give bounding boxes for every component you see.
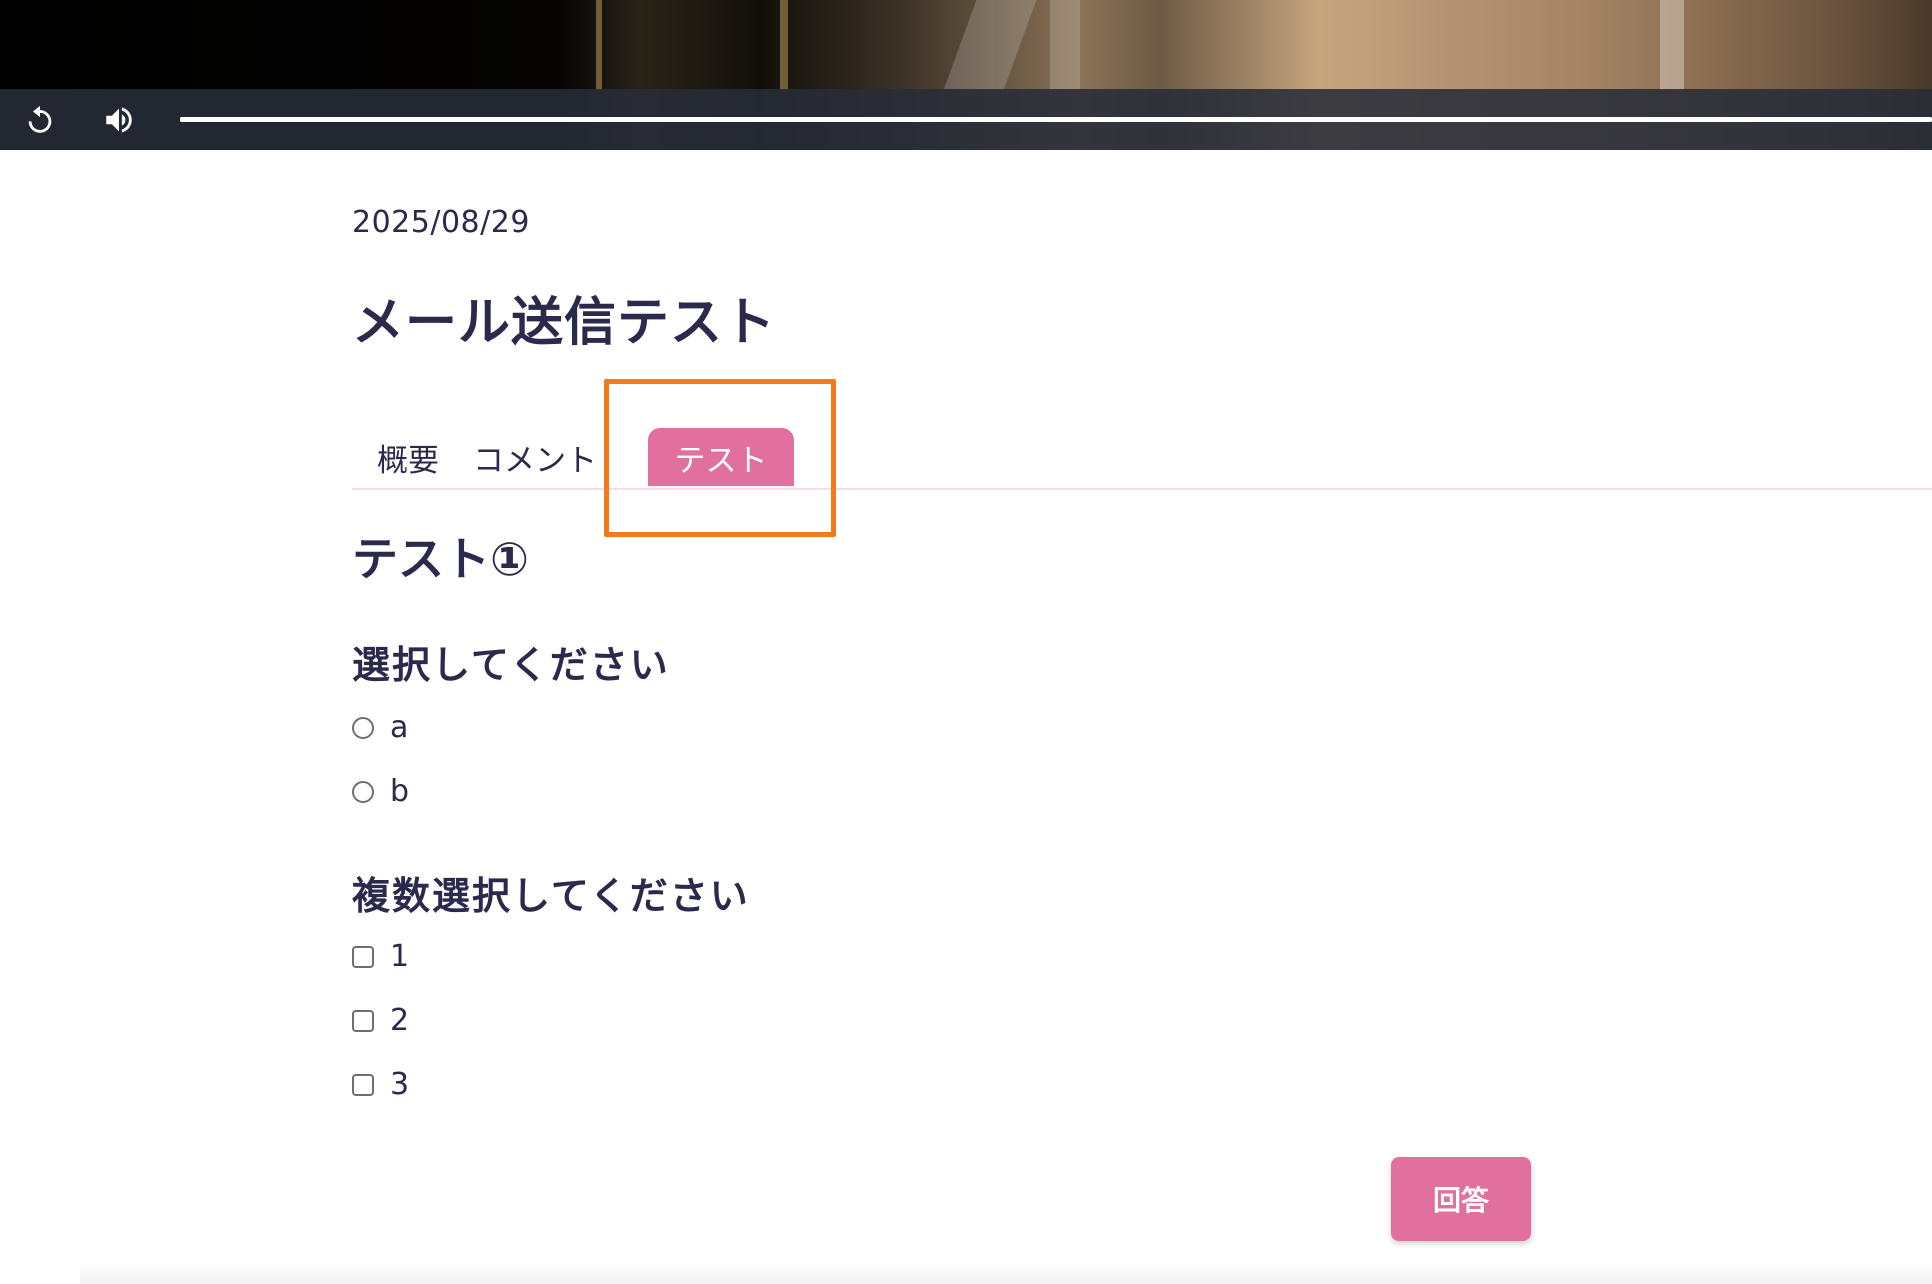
volume-button[interactable] bbox=[89, 89, 149, 150]
radio-option-a[interactable]: a bbox=[352, 710, 408, 745]
lesson-tabs: 概要 コメント テスト bbox=[352, 418, 1932, 490]
tab-overview[interactable]: 概要 bbox=[352, 428, 464, 486]
video-progress-fill bbox=[180, 117, 1932, 122]
option-label: 1 bbox=[390, 939, 410, 974]
checkbox[interactable] bbox=[352, 1009, 374, 1032]
lesson-title: メール送信テスト bbox=[352, 293, 777, 353]
question-2-prompt: 複数選択してください bbox=[352, 874, 750, 918]
radio-button[interactable] bbox=[352, 716, 374, 739]
tab-comments[interactable]: コメント bbox=[473, 428, 597, 486]
test-title: テスト① bbox=[352, 532, 529, 586]
option-label: 3 bbox=[390, 1067, 410, 1102]
tab-test[interactable]: テスト bbox=[648, 428, 794, 486]
volume-icon bbox=[106, 107, 132, 132]
radio-option-b[interactable]: b bbox=[352, 774, 409, 809]
video-player[interactable] bbox=[0, 0, 1932, 150]
option-label: a bbox=[390, 710, 409, 745]
checkbox-option-2[interactable]: 2 bbox=[352, 1003, 409, 1038]
radio-button[interactable] bbox=[352, 780, 374, 803]
video-controls bbox=[0, 89, 1932, 150]
replay-icon bbox=[28, 105, 52, 133]
checkbox[interactable] bbox=[352, 1073, 374, 1096]
submit-answer-button[interactable]: 回答 bbox=[1391, 1157, 1531, 1241]
checkbox[interactable] bbox=[352, 945, 374, 968]
lesson-date: 2025/08/29 bbox=[352, 205, 530, 240]
question-1-prompt: 選択してください bbox=[352, 643, 670, 687]
option-label: 2 bbox=[390, 1003, 410, 1038]
option-label: b bbox=[390, 774, 410, 809]
checkbox-option-1[interactable]: 1 bbox=[352, 939, 409, 974]
checkbox-option-3[interactable]: 3 bbox=[352, 1067, 409, 1102]
video-progress-bar[interactable] bbox=[180, 117, 1932, 122]
replay-button[interactable] bbox=[10, 89, 70, 150]
footer-shadow bbox=[80, 1262, 1932, 1284]
